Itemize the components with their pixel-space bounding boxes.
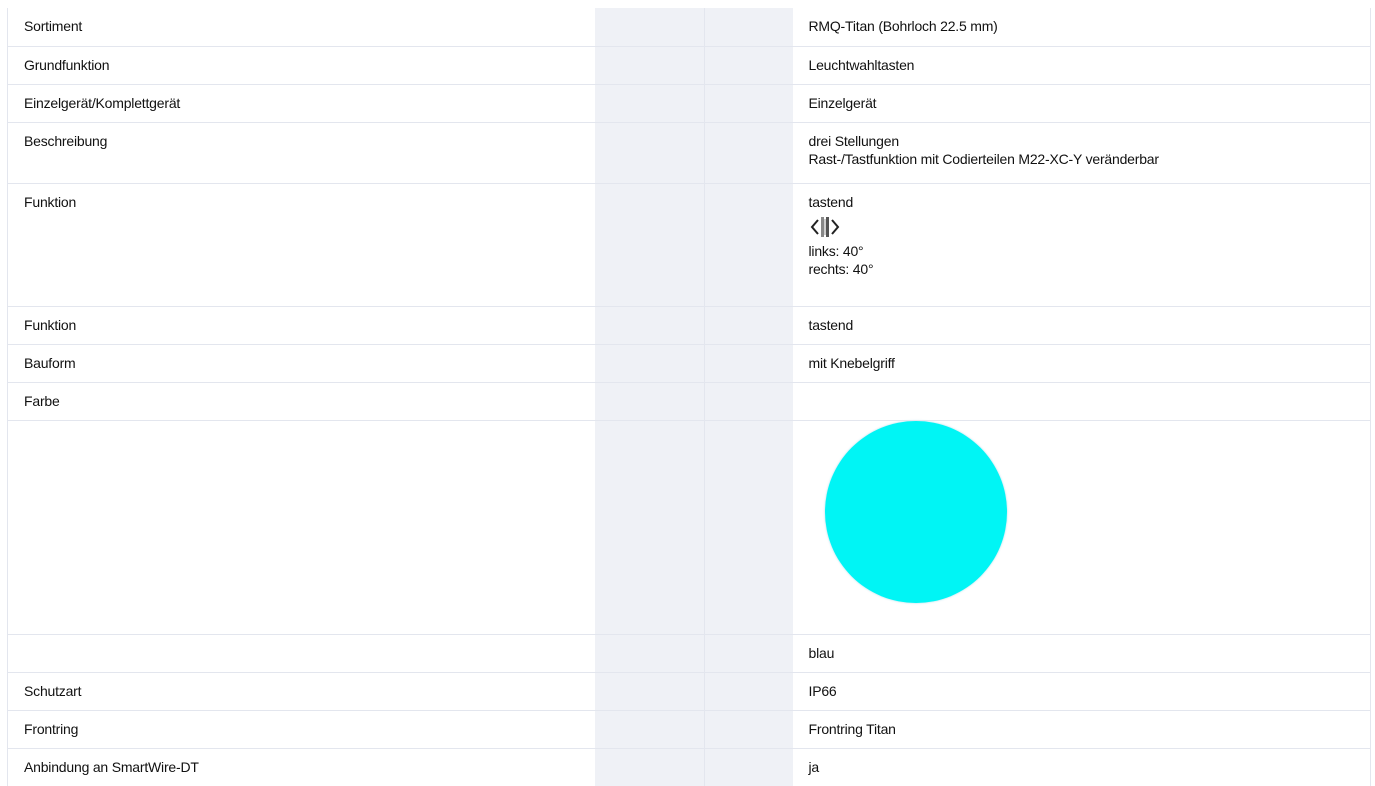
value-line: drei Stellungen xyxy=(808,132,900,149)
row-label: Funktion xyxy=(7,183,595,307)
table-row: Funktion tastend xyxy=(7,306,1371,345)
selector-switch-icon xyxy=(810,216,839,237)
table-row: Funktion tastend links: 40° rechts: 40° xyxy=(7,183,1371,307)
section-title-clipped: ▂▂▂▂ xyxy=(8,0,69,5)
table-row xyxy=(7,420,1371,635)
row-label: Frontring xyxy=(7,710,595,749)
row-value: RMQ-Titan (Bohrloch 22.5 mm) xyxy=(792,8,1371,47)
row-label: Bauform xyxy=(7,344,595,383)
table-row: Anbindung an SmartWire-DT ja xyxy=(7,748,1371,786)
row-value: Leuchtwahltasten xyxy=(792,46,1371,85)
table-row: Sortiment RMQ-Titan (Bohrloch 22.5 mm) xyxy=(7,8,1371,47)
value-line: rechts: 40° xyxy=(808,260,874,277)
row-value: tastend xyxy=(792,306,1371,345)
row-value: drei Stellungen Rast-/Tastfunktion mit C… xyxy=(792,122,1371,184)
table-row: Frontring Frontring Titan xyxy=(7,710,1371,749)
row-label: Farbe xyxy=(7,382,595,421)
row-value xyxy=(792,382,1371,421)
row-label: Anbindung an SmartWire-DT xyxy=(7,748,595,786)
row-label: Schutzart xyxy=(7,672,595,711)
row-label xyxy=(7,634,595,673)
value-line: Rast-/Tastfunktion mit Codierteilen M22-… xyxy=(808,150,1160,167)
row-value: mit Knebelgriff xyxy=(792,344,1371,383)
row-label: Funktion xyxy=(7,306,595,345)
row-value: blau xyxy=(792,634,1371,673)
table-row: Einzelgerät/Komplettgerät Einzelgerät xyxy=(7,84,1371,123)
row-label: Sortiment xyxy=(7,8,595,47)
row-label xyxy=(7,420,595,635)
row-value: Einzelgerät xyxy=(792,84,1371,123)
row-label: Einzelgerät/Komplettgerät xyxy=(7,84,595,123)
spec-table: Sortiment RMQ-Titan (Bohrloch 22.5 mm) G… xyxy=(7,8,1371,786)
row-label: Grundfunktion xyxy=(7,46,595,85)
value-line: tastend xyxy=(808,193,854,210)
table-row: Bauform mit Knebelgriff xyxy=(7,344,1371,383)
table-row: Grundfunktion Leuchtwahltasten xyxy=(7,46,1371,85)
row-value: IP66 xyxy=(792,672,1371,711)
value-line: links: 40° xyxy=(808,242,864,259)
table-row: blau xyxy=(7,634,1371,673)
row-value: Frontring Titan xyxy=(792,710,1371,749)
table-row: Farbe xyxy=(7,382,1371,421)
row-value: ja xyxy=(792,748,1371,786)
table-row: Schutzart IP66 xyxy=(7,672,1371,711)
table-row: Beschreibung drei Stellungen Rast-/Tastf… xyxy=(7,122,1371,184)
color-swatch-circle xyxy=(824,420,1007,603)
row-label: Beschreibung xyxy=(7,122,595,184)
row-value: tastend links: 40° rechts: 40° xyxy=(792,183,1371,307)
row-value xyxy=(792,420,1371,635)
